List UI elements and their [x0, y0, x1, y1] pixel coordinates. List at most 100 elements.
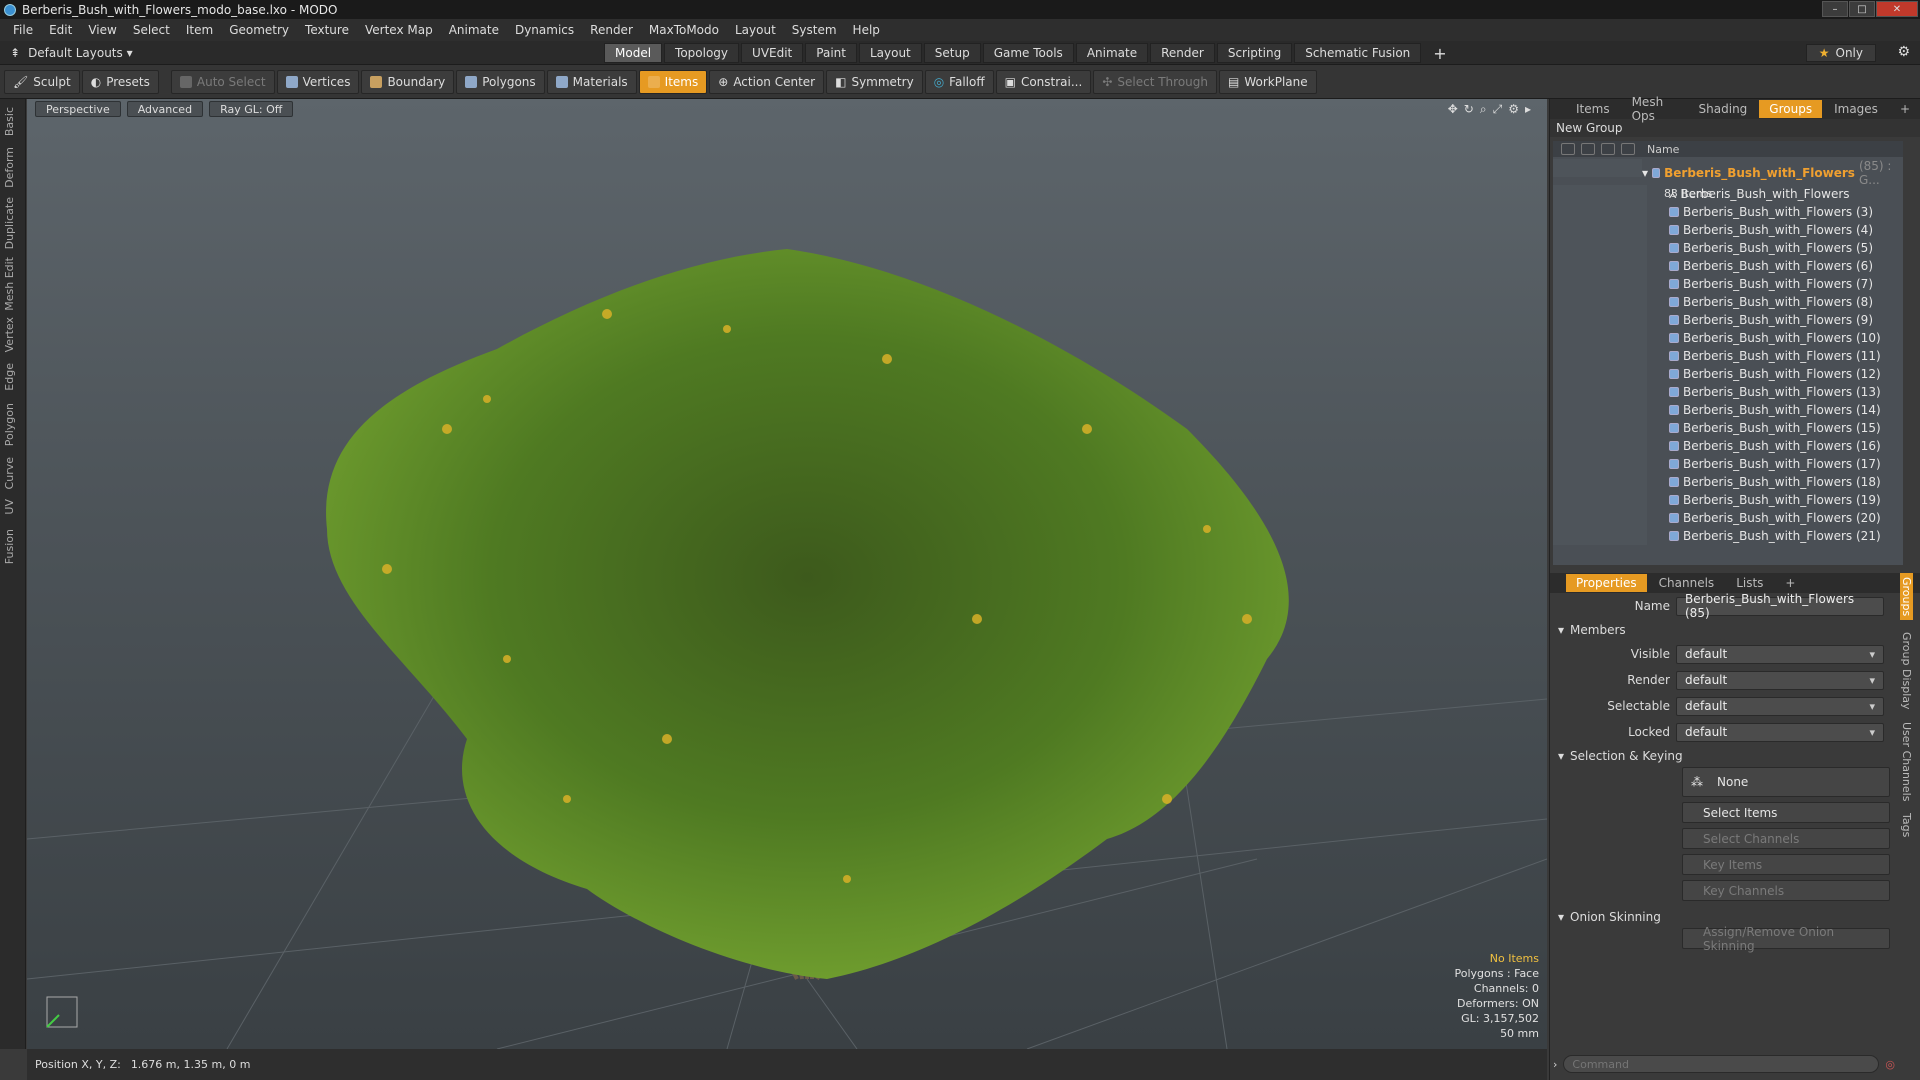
- tooltab-curve[interactable]: Curve: [3, 457, 16, 489]
- add-tab-button[interactable]: +: [1423, 43, 1456, 63]
- list-item[interactable]: Berberis_Bush_with_Flowers (13): [1553, 383, 1903, 401]
- tab-items[interactable]: Items: [1566, 100, 1620, 118]
- assign-onion-button[interactable]: Assign/Remove Onion Skinning: [1682, 925, 1890, 953]
- command-input[interactable]: [1563, 1055, 1880, 1073]
- constrain-button[interactable]: ▣ Constrai...: [995, 69, 1092, 94]
- menu-vertex-map[interactable]: Vertex Map: [358, 23, 440, 37]
- list-item[interactable]: Berberis_Bush_with_Flowers (21): [1553, 527, 1903, 545]
- tab-images[interactable]: Images: [1824, 100, 1888, 118]
- menu-texture[interactable]: Texture: [298, 23, 356, 37]
- select-channels-button[interactable]: Select Channels: [1682, 828, 1890, 849]
- viewport-settings-icon[interactable]: ⚙: [1508, 102, 1519, 117]
- tooltab-mesh-edit[interactable]: Mesh Edit: [3, 257, 16, 311]
- list-item[interactable]: Berberis_Bush_with_Flowers (11): [1553, 347, 1903, 365]
- tab-model[interactable]: Model: [604, 43, 663, 63]
- workplane-button[interactable]: ▤ WorkPlane: [1218, 69, 1317, 94]
- tab-shading[interactable]: Shading: [1689, 100, 1758, 118]
- menu-select[interactable]: Select: [126, 23, 177, 37]
- render-dropdown[interactable]: default: [1676, 670, 1884, 690]
- select-items-button[interactable]: Select Items: [1682, 802, 1890, 823]
- select-through-button[interactable]: ✣ Select Through: [1093, 69, 1217, 94]
- menu-file[interactable]: File: [6, 23, 40, 37]
- tab-animate[interactable]: Animate: [1075, 43, 1149, 63]
- select-column-icon[interactable]: [1601, 143, 1615, 155]
- list-item[interactable]: Berberis_Bush_with_Flowers (5): [1553, 239, 1903, 257]
- layout-selector[interactable]: ⇞ Default Layouts ▾: [10, 44, 133, 62]
- view-type-button[interactable]: Perspective: [35, 101, 121, 117]
- list-item[interactable]: Berberis_Bush_with_Flowers (15): [1553, 419, 1903, 437]
- rotate-view-icon[interactable]: ↻: [1464, 102, 1474, 117]
- tooltab-duplicate[interactable]: Duplicate: [3, 197, 16, 249]
- name-column-header[interactable]: Name: [1647, 143, 1679, 156]
- tab-schematic-fusion[interactable]: Schematic Fusion: [1294, 43, 1422, 63]
- menu-dynamics[interactable]: Dynamics: [508, 23, 581, 37]
- menu-edit[interactable]: Edit: [42, 23, 79, 37]
- zoom-view-icon[interactable]: ⌕: [1480, 102, 1487, 117]
- selectable-dropdown[interactable]: default: [1676, 696, 1884, 716]
- raygl-button[interactable]: Ray GL: Off: [209, 101, 294, 117]
- auto-select-button[interactable]: Auto Select: [170, 69, 275, 94]
- name-field[interactable]: Berberis_Bush_with_Flowers (85): [1676, 592, 1884, 620]
- menu-render[interactable]: Render: [583, 23, 640, 37]
- list-item[interactable]: Berberis_Bush_with_Flowers (17): [1553, 455, 1903, 473]
- visible-dropdown[interactable]: default: [1676, 644, 1884, 664]
- sculpt-button[interactable]: 🖌 Sculpt: [4, 69, 80, 94]
- tooltab-vertex[interactable]: Vertex: [3, 317, 16, 352]
- list-item[interactable]: Berberis_Bush_with_Flowers (3): [1553, 203, 1903, 221]
- menu-view[interactable]: View: [81, 23, 123, 37]
- tooltab-edge[interactable]: Edge: [3, 363, 16, 391]
- tab-layout[interactable]: Layout: [858, 43, 922, 63]
- sidetab-group-display[interactable]: Group Display: [1900, 632, 1913, 710]
- move-view-icon[interactable]: ✥: [1448, 102, 1458, 117]
- render-column-icon[interactable]: [1581, 143, 1595, 155]
- symmetry-button[interactable]: ◧ Symmetry: [826, 69, 923, 94]
- boundary-button[interactable]: Boundary: [361, 69, 455, 94]
- 3d-viewport[interactable]: Perspective Advanced Ray GL: Off ✥ ↻ ⌕ ⤢…: [27, 99, 1547, 1049]
- only-button[interactable]: ★ Only: [1805, 44, 1876, 62]
- group-visibility[interactable]: [1553, 159, 1642, 177]
- items-button[interactable]: Items: [638, 69, 708, 94]
- tooltab-uv[interactable]: UV: [3, 499, 16, 515]
- viewport-expand-icon[interactable]: ▸: [1525, 102, 1531, 117]
- menu-help[interactable]: Help: [846, 23, 887, 37]
- menu-item[interactable]: Item: [179, 23, 220, 37]
- list-item[interactable]: Berberis_Bush_with_Flowers (12): [1553, 365, 1903, 383]
- menu-animate[interactable]: Animate: [442, 23, 506, 37]
- menu-geometry[interactable]: Geometry: [222, 23, 296, 37]
- selection-keying-section[interactable]: ▾ Selection & Keying: [1550, 745, 1920, 767]
- locked-dropdown[interactable]: default: [1676, 722, 1884, 742]
- list-item[interactable]: Berberis_Bush_with_Flowers (16): [1553, 437, 1903, 455]
- tab-channels[interactable]: Channels: [1649, 574, 1725, 592]
- polygons-button[interactable]: Polygons: [456, 69, 545, 94]
- list-item[interactable]: Berberis_Bush_with_Flowers (14): [1553, 401, 1903, 419]
- vertices-button[interactable]: Vertices: [276, 69, 360, 94]
- tab-properties[interactable]: Properties: [1566, 574, 1647, 592]
- list-item[interactable]: Berberis_Bush_with_Flowers (4): [1553, 221, 1903, 239]
- tab-game-tools[interactable]: Game Tools: [982, 43, 1074, 63]
- falloff-button[interactable]: ◎ Falloff: [924, 69, 994, 94]
- action-center-button[interactable]: ⊕ Action Center: [709, 69, 825, 94]
- gear-icon[interactable]: ⚙: [1897, 44, 1910, 60]
- tooltab-basic[interactable]: Basic: [3, 107, 16, 136]
- tab-groups[interactable]: Groups: [1759, 100, 1823, 118]
- key-channels-button[interactable]: Key Channels: [1682, 880, 1890, 901]
- list-item[interactable]: Berberis_Bush_with_Flowers (10): [1553, 329, 1903, 347]
- command-history-icon[interactable]: ◎: [1885, 1058, 1895, 1071]
- list-item[interactable]: Berberis_Bush_with_Flowers (6): [1553, 257, 1903, 275]
- materials-button[interactable]: Materials: [546, 69, 637, 94]
- minimize-button[interactable]: –: [1822, 1, 1848, 17]
- tooltab-fusion[interactable]: Fusion: [3, 529, 16, 564]
- collapse-icon[interactable]: ⇞: [10, 46, 20, 60]
- members-section[interactable]: ▾ Members: [1550, 619, 1920, 641]
- tab-setup[interactable]: Setup: [923, 43, 981, 63]
- menu-maxtomodo[interactable]: MaxToModo: [642, 23, 726, 37]
- list-item[interactable]: Berberis_Bush_with_Flowers (18): [1553, 473, 1903, 491]
- add-panel-tab-button[interactable]: +: [1890, 100, 1920, 118]
- menu-system[interactable]: System: [785, 23, 844, 37]
- group-row[interactable]: ▾ Berberis_Bush_with_Flowers (85) : G...…: [1553, 157, 1903, 200]
- expand-icon[interactable]: ▾: [1642, 166, 1648, 180]
- tab-render[interactable]: Render: [1150, 43, 1215, 63]
- tooltab-polygon[interactable]: Polygon: [3, 403, 16, 446]
- list-item[interactable]: Berberis_Bush_with_Flowers (19): [1553, 491, 1903, 509]
- none-button[interactable]: ⁂ None: [1682, 767, 1890, 797]
